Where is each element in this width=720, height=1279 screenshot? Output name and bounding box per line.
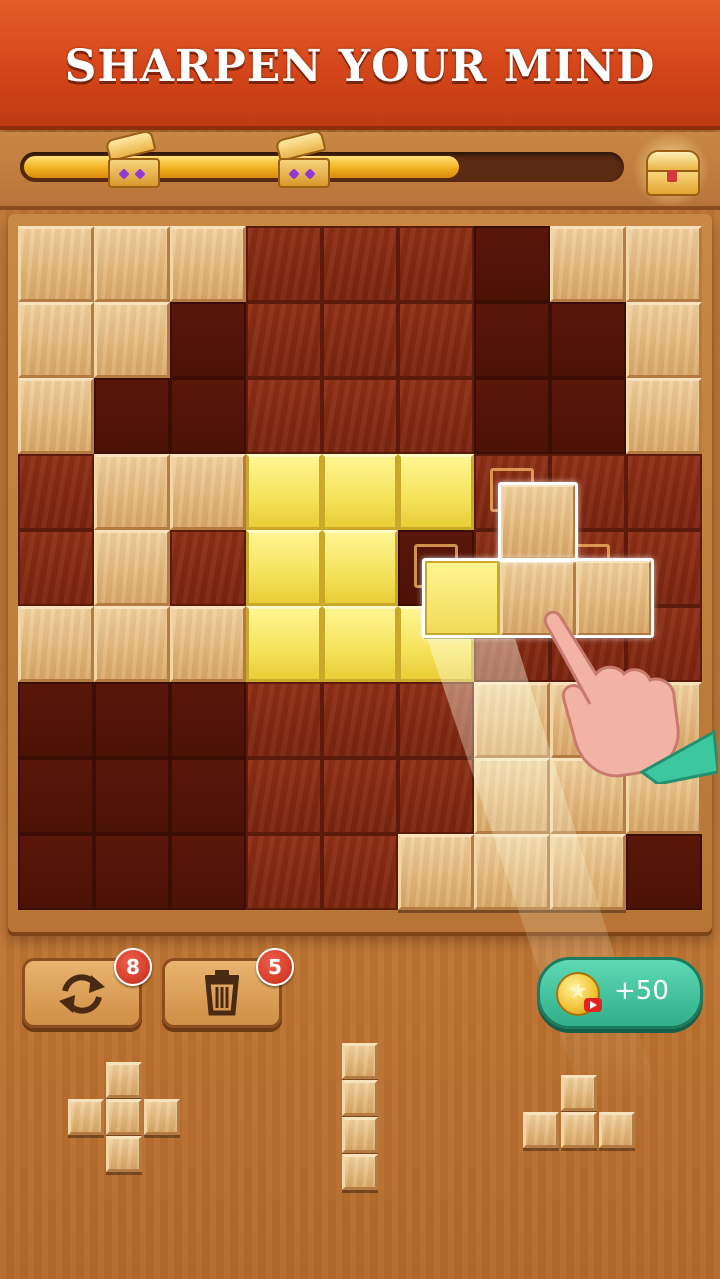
- coin-reward-label: +50: [614, 976, 669, 1006]
- title-banner: SHARPEN YOUR MIND: [0, 0, 720, 126]
- milestone-chest-icon: [104, 129, 160, 188]
- empty-cell[interactable]: [322, 682, 398, 758]
- wood-block[interactable]: [626, 226, 702, 302]
- empty-cell[interactable]: [246, 302, 322, 378]
- wood-block[interactable]: [550, 226, 626, 302]
- empty-cell[interactable]: [246, 758, 322, 834]
- wood-block[interactable]: [18, 378, 94, 454]
- wood-block[interactable]: [550, 834, 626, 910]
- empty-cell[interactable]: [18, 530, 94, 606]
- wood-block[interactable]: [170, 226, 246, 302]
- progress-area: [0, 129, 720, 210]
- empty-cell[interactable]: [18, 454, 94, 530]
- highlighted-block[interactable]: [398, 454, 474, 530]
- dark-cell[interactable]: [94, 758, 170, 834]
- progress-fill: [24, 156, 459, 178]
- dragged-piece-outline: [498, 482, 578, 562]
- empty-cell[interactable]: [322, 302, 398, 378]
- dark-cell[interactable]: [94, 682, 170, 758]
- empty-cell[interactable]: [246, 834, 322, 910]
- dark-cell[interactable]: [170, 682, 246, 758]
- dark-cell[interactable]: [170, 758, 246, 834]
- empty-cell[interactable]: [322, 834, 398, 910]
- empty-cell[interactable]: [246, 682, 322, 758]
- dark-cell[interactable]: [18, 682, 94, 758]
- dark-cell[interactable]: [94, 378, 170, 454]
- dark-cell[interactable]: [474, 378, 550, 454]
- dark-cell[interactable]: [170, 378, 246, 454]
- empty-cell[interactable]: [626, 454, 702, 530]
- rotate-count-badge: 8: [114, 948, 152, 986]
- wood-block[interactable]: [170, 454, 246, 530]
- highlighted-block[interactable]: [322, 530, 398, 606]
- treasure-chest-icon[interactable]: [630, 134, 712, 206]
- highlighted-block[interactable]: [246, 606, 322, 682]
- highlighted-block[interactable]: [322, 454, 398, 530]
- dark-cell[interactable]: [18, 758, 94, 834]
- dark-cell[interactable]: [474, 226, 550, 302]
- wood-block[interactable]: [18, 302, 94, 378]
- dark-cell[interactable]: [18, 834, 94, 910]
- dark-cell[interactable]: [170, 302, 246, 378]
- empty-cell[interactable]: [246, 226, 322, 302]
- dark-cell[interactable]: [170, 834, 246, 910]
- empty-cell[interactable]: [398, 302, 474, 378]
- wood-block[interactable]: [94, 302, 170, 378]
- video-play-icon: [584, 998, 602, 1012]
- dark-cell[interactable]: [474, 302, 550, 378]
- highlighted-block[interactable]: [246, 454, 322, 530]
- wood-block[interactable]: [398, 834, 474, 910]
- wood-block[interactable]: [94, 226, 170, 302]
- wood-block[interactable]: [18, 226, 94, 302]
- dark-cell[interactable]: [550, 378, 626, 454]
- highlighted-block[interactable]: [322, 606, 398, 682]
- dark-cell[interactable]: [626, 834, 702, 910]
- dark-cell[interactable]: [94, 834, 170, 910]
- banner-title: SHARPEN YOUR MIND: [64, 41, 656, 92]
- empty-cell[interactable]: [246, 378, 322, 454]
- empty-cell[interactable]: [398, 758, 474, 834]
- wood-block[interactable]: [170, 606, 246, 682]
- empty-cell[interactable]: [170, 530, 246, 606]
- empty-cell[interactable]: [322, 226, 398, 302]
- empty-cell[interactable]: [398, 226, 474, 302]
- wood-block[interactable]: [18, 606, 94, 682]
- wood-block[interactable]: [626, 302, 702, 378]
- wood-block[interactable]: [94, 530, 170, 606]
- watch-ad-coin-button[interactable]: ★ +50: [537, 957, 703, 1029]
- wood-block[interactable]: [474, 834, 550, 910]
- wood-block[interactable]: [626, 378, 702, 454]
- highlighted-block[interactable]: [246, 530, 322, 606]
- milestone-chest-icon: [274, 129, 330, 188]
- dark-cell[interactable]: [550, 302, 626, 378]
- pointing-hand-icon: [543, 610, 718, 784]
- game-screen: SHARPEN YOUR MIND 8 5 ★ +50: [0, 0, 720, 1279]
- wood-block[interactable]: [94, 454, 170, 530]
- empty-cell[interactable]: [322, 758, 398, 834]
- empty-cell[interactable]: [398, 682, 474, 758]
- delete-count-badge: 5: [256, 948, 294, 986]
- empty-cell[interactable]: [322, 378, 398, 454]
- wood-block[interactable]: [94, 606, 170, 682]
- empty-cell[interactable]: [398, 378, 474, 454]
